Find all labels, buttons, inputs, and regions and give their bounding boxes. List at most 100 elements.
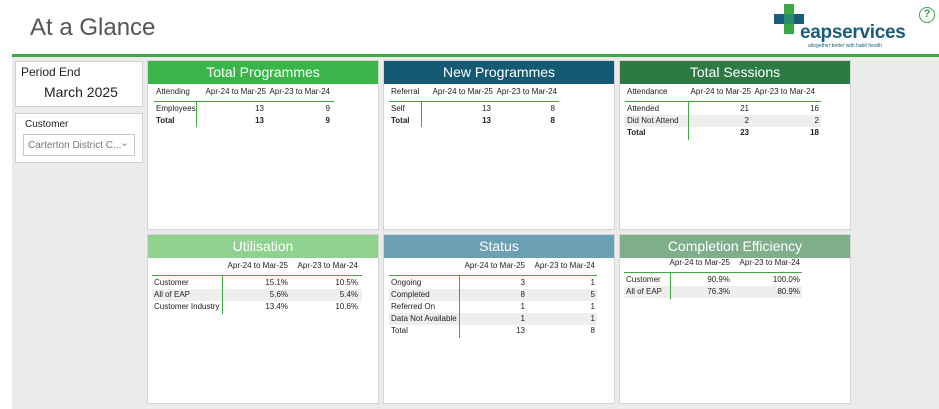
col-header: Apr-24 to Mar-25 [205,87,266,96]
col-header: Attending [156,87,190,96]
row-label: Customer [154,278,189,287]
table-row: Customer 90.9% 100.0% [624,274,848,286]
column-divider [196,101,197,127]
column-divider [459,275,460,338]
table-row: Customer Industry 13.4% 10.6% [152,301,376,313]
total-sessions-table: Attendance Apr-24 to Mar-25 Apr-23 to Ma… [625,86,845,146]
row-value-current: 8 [520,290,525,299]
customer-label: Customer [25,119,69,130]
column-divider [421,101,422,127]
row-value-current: 2 [744,116,749,125]
table-row: Attended 21 16 [625,103,845,115]
total-value-current: 13 [255,116,264,125]
row-value-current: 13.4% [265,302,288,311]
customer-dropdown[interactable]: Carterton District C... ⌄ [23,134,135,156]
col-header: Apr-24 to Mar-25 [690,87,751,96]
row-value-current: 13 [482,104,491,113]
row-value-current: 21 [740,104,749,113]
status-card: Status Apr-24 to Mar-25 Apr-23 to Mar-24… [383,234,615,404]
table-header: Apr-24 to Mar-25 Apr-23 to Mar-24 [624,257,848,269]
total-value-prior: 8 [550,116,555,125]
col-header: Apr-24 to Mar-25 [432,87,493,96]
table-row: Total 13 8 [389,325,611,337]
table-row: Employees 13 9 [154,103,374,115]
column-divider [688,101,689,140]
col-header: Apr-23 to Mar-24 [754,87,815,96]
col-header: Apr-23 to Mar-24 [297,261,358,270]
total-programmes-card: Total Programmes Attending Apr-24 to Mar… [147,60,379,230]
table-header: Referral Apr-24 to Mar-25 Apr-23 to Mar-… [389,86,609,98]
row-label: Self [391,104,405,113]
logo-tagline: altogether better with habit health [808,43,882,49]
row-label: Completed [391,290,430,299]
col-header: Apr-24 to Mar-25 [669,258,730,267]
total-programmes-table: Attending Apr-24 to Mar-25 Apr-23 to Mar… [154,86,374,131]
row-label: Customer Industry [154,302,220,311]
col-header: Attendance [627,87,668,96]
row-value-prior: 5.4% [339,290,358,299]
help-icon[interactable]: ? [919,7,935,23]
table-row: Ongoing 3 1 [389,277,611,289]
row-value-prior: 10.5% [335,278,358,287]
col-header: Apr-23 to Mar-24 [269,87,330,96]
row-value-prior: 100.0% [772,275,800,284]
row-value-current: 1 [520,314,525,323]
utilisation-card: Utilisation Apr-24 to Mar-25 Apr-23 to M… [147,234,379,404]
period-end-label: Period End [21,65,81,79]
row-label: Referred On [391,302,436,311]
table-header: Apr-24 to Mar-25 Apr-23 to Mar-24 [389,260,611,272]
header-divider-line [625,101,821,102]
total-value-prior: 9 [325,116,330,125]
table-header: Attendance Apr-24 to Mar-25 Apr-23 to Ma… [625,86,845,98]
table-total-row: Total 23 18 [625,127,845,139]
new-programmes-table: Referral Apr-24 to Mar-25 Apr-23 to Mar-… [389,86,609,131]
total-label: Total [156,116,175,125]
row-value-prior: 9 [325,104,330,113]
table-row: Self 13 8 [389,103,609,115]
row-value-prior: 5 [590,290,595,299]
status-title: Status [384,235,614,258]
col-header: Apr-23 to Mar-24 [534,261,595,270]
total-value-current: 23 [740,128,749,137]
table-row: All of EAP 5.6% 5.4% [152,289,362,301]
row-value-current: 3 [520,278,525,287]
eap-logo: eapservices altogether better with habit… [772,4,912,49]
col-header: Referral [391,87,420,96]
row-value-prior: 1 [590,278,595,287]
row-value-prior: 2 [814,116,819,125]
column-divider [670,272,671,299]
row-label: All of EAP [626,287,663,296]
row-value-prior: 1 [590,314,595,323]
period-end-value: March 2025 [44,84,118,100]
completion-efficiency-table: Apr-24 to Mar-25 Apr-23 to Mar-24 Custom… [624,257,848,307]
total-label: Total [627,128,646,137]
status-table: Apr-24 to Mar-25 Apr-23 to Mar-24 Ongoin… [389,260,611,340]
customer-slicer: Customer Carterton District C... ⌄ [15,113,143,163]
col-header: Apr-24 to Mar-25 [464,261,525,270]
completion-efficiency-title: Completion Efficiency [620,235,850,258]
utilisation-table: Apr-24 to Mar-25 Apr-23 to Mar-24 Custom… [152,260,376,320]
row-value-current: 13 [255,104,264,113]
new-programmes-card: New Programmes Referral Apr-24 to Mar-25… [383,60,615,230]
table-row: Did Not Attend 2 2 [625,115,821,127]
period-end-slicer[interactable]: Period End March 2025 [15,61,143,107]
chevron-down-icon[interactable]: ⌄ [120,136,129,149]
total-label: Total [391,116,410,125]
row-value-prior: 8 [590,326,595,335]
header-divider-line [154,101,334,102]
col-header: Apr-23 to Mar-24 [496,87,557,96]
row-value-current: 15.1% [265,278,288,287]
table-total-row: Total 13 9 [154,115,374,127]
row-value-current: 76.3% [707,287,730,296]
report-header: At a Glance eapservices altogether bette… [0,0,939,57]
row-value-prior: 10.6% [335,302,358,311]
header-divider-line [152,275,362,276]
row-value-prior: 1 [590,302,595,311]
row-value-current: 1 [520,302,525,311]
total-sessions-title: Total Sessions [620,61,850,84]
table-total-row: Total 13 8 [389,115,609,127]
row-label: All of EAP [154,290,191,299]
table-header: Attending Apr-24 to Mar-25 Apr-23 to Mar… [154,86,374,98]
row-value-prior: 80.9% [777,287,800,296]
customer-dropdown-value: Carterton District C... [28,140,122,151]
